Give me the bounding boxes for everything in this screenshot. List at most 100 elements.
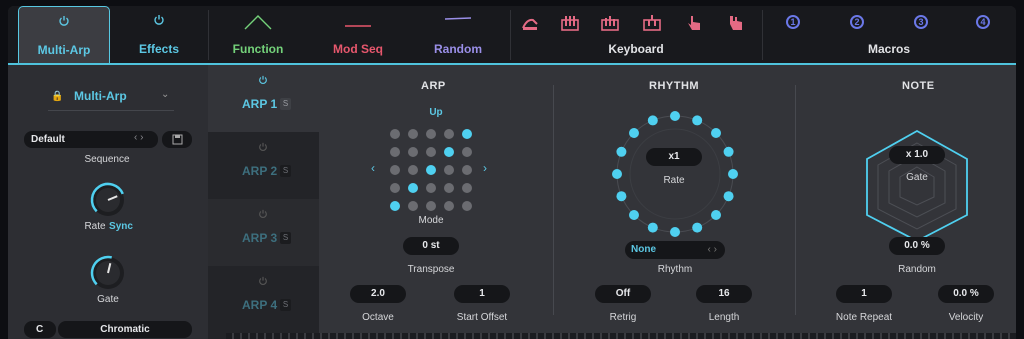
- power-icon[interactable]: [258, 142, 268, 152]
- mode-grid-cell[interactable]: [462, 129, 472, 139]
- rhythm-step[interactable]: [711, 127, 722, 138]
- retrig-value[interactable]: Off: [595, 285, 651, 303]
- mode-grid-cell[interactable]: [462, 183, 472, 193]
- transpose-value[interactable]: 0 st: [403, 237, 459, 255]
- rhythm-rate-value[interactable]: x1: [646, 148, 702, 166]
- power-icon[interactable]: [58, 15, 70, 27]
- arp-item[interactable]: ARP 4 S: [208, 266, 319, 333]
- rhythm-selector[interactable]: None ‹ ›: [625, 241, 725, 259]
- arp-item[interactable]: ARP 2 S: [208, 132, 319, 199]
- note-repeat-value[interactable]: 1: [836, 285, 892, 303]
- solo-button[interactable]: S: [280, 98, 291, 110]
- mode-grid-cell[interactable]: [426, 165, 436, 175]
- mode-grid-cell[interactable]: [444, 183, 454, 193]
- mode-grid-cell[interactable]: [390, 201, 400, 211]
- tab-macros[interactable]: 1 2 3 4 Macros: [762, 6, 1016, 64]
- power-icon[interactable]: [153, 14, 165, 26]
- chevron-left-icon[interactable]: ‹: [371, 161, 375, 175]
- mode-grid-cell[interactable]: [426, 129, 436, 139]
- rhythm-step[interactable]: [723, 191, 734, 202]
- octave-value[interactable]: 2.0: [350, 285, 406, 303]
- power-icon[interactable]: [258, 75, 268, 85]
- mode-grid-cell[interactable]: [390, 129, 400, 139]
- mode-grid-cell[interactable]: [462, 165, 472, 175]
- mode-grid-cell[interactable]: [426, 183, 436, 193]
- length-value[interactable]: 16: [696, 285, 752, 303]
- sequence-selector[interactable]: Default ‹ ›: [24, 131, 158, 148]
- arp-label: ARP 2: [242, 164, 278, 178]
- tab-keyboard[interactable]: Keyboard: [510, 6, 762, 64]
- macro-3-icon[interactable]: 3: [914, 15, 928, 29]
- solo-button[interactable]: S: [280, 165, 291, 177]
- arp-item[interactable]: ARP 3 S: [208, 199, 319, 266]
- tab-random[interactable]: Random: [408, 6, 508, 64]
- mode-grid-cell[interactable]: [408, 129, 418, 139]
- scale-selector[interactable]: Chromatic: [58, 321, 192, 338]
- prev-next-arrows[interactable]: ‹ ›: [708, 241, 717, 259]
- rhythm-step[interactable]: [628, 127, 639, 138]
- mode-grid-cell[interactable]: [408, 183, 418, 193]
- mode-grid-cell[interactable]: [408, 201, 418, 211]
- rhythm-step[interactable]: [647, 222, 658, 233]
- lock-icon[interactable]: 🔒: [51, 91, 63, 102]
- note-gate-value[interactable]: x 1.0: [889, 146, 945, 164]
- rate-knob[interactable]: [89, 181, 127, 219]
- macro-4-icon[interactable]: 4: [976, 15, 990, 29]
- step-strip[interactable]: [226, 333, 1016, 339]
- rhythm-step[interactable]: [670, 111, 680, 121]
- macro-1-icon[interactable]: 1: [786, 15, 800, 29]
- rhythm-step[interactable]: [647, 115, 658, 126]
- tab-mod-seq[interactable]: Mod Seq: [308, 6, 408, 64]
- solo-button[interactable]: S: [280, 232, 291, 244]
- mode-grid-cell[interactable]: [408, 165, 418, 175]
- chevron-right-icon[interactable]: ›: [483, 161, 487, 175]
- gate-knob[interactable]: [89, 254, 127, 292]
- rhythm-step[interactable]: [723, 146, 734, 157]
- mode-grid-cell[interactable]: [408, 147, 418, 157]
- mode-grid-cell[interactable]: [426, 147, 436, 157]
- rhythm-step[interactable]: [692, 115, 703, 126]
- preset-selector[interactable]: 🔒 Multi-Arp ⌄: [48, 89, 174, 111]
- save-icon: [172, 134, 183, 145]
- mode-grid-cell[interactable]: [390, 183, 400, 193]
- tab-multi-arp[interactable]: Multi-Arp: [18, 6, 110, 64]
- mode-grid-cell[interactable]: [444, 129, 454, 139]
- rhythm-step[interactable]: [628, 210, 639, 221]
- chevron-down-icon[interactable]: ⌄: [161, 89, 169, 100]
- rhythm-step[interactable]: [670, 227, 680, 237]
- mode-grid-cell[interactable]: [462, 201, 472, 211]
- power-icon[interactable]: [258, 209, 268, 219]
- tab-function[interactable]: Function: [208, 6, 308, 64]
- rhythm-step[interactable]: [616, 191, 627, 202]
- random-value[interactable]: 0.0 %: [889, 237, 945, 255]
- rhythm-step[interactable]: [612, 169, 622, 179]
- mode-grid-cell[interactable]: [462, 147, 472, 157]
- tab-effects[interactable]: Effects: [110, 6, 208, 64]
- sequence-label: Sequence: [84, 154, 130, 165]
- key-selector[interactable]: C: [24, 321, 56, 338]
- tab-label: Macros: [867, 42, 911, 56]
- gate-label: Gate: [97, 294, 119, 305]
- mode-grid-cell[interactable]: [390, 147, 400, 157]
- rhythm-step[interactable]: [711, 210, 722, 221]
- velocity-value[interactable]: 0.0 %: [938, 285, 994, 303]
- sync-toggle[interactable]: Sync: [108, 221, 134, 232]
- arp-item[interactable]: ARP 1 S: [208, 65, 319, 132]
- prev-next-arrows[interactable]: ‹ ›: [134, 132, 143, 143]
- start-offset-value[interactable]: 1: [454, 285, 510, 303]
- mode-grid-cell[interactable]: [426, 201, 436, 211]
- mode-grid-cell[interactable]: [390, 165, 400, 175]
- rate-label: Rate: [84, 221, 106, 232]
- note-section-title: NOTE: [902, 80, 935, 92]
- macro-2-icon[interactable]: 2: [850, 15, 864, 29]
- mode-grid-cell[interactable]: [444, 165, 454, 175]
- power-icon[interactable]: [258, 276, 268, 286]
- rhythm-step-ring[interactable]: [610, 109, 740, 239]
- save-button[interactable]: [162, 131, 192, 148]
- solo-button[interactable]: S: [280, 299, 291, 311]
- rhythm-step[interactable]: [728, 169, 738, 179]
- mode-grid-cell[interactable]: [444, 201, 454, 211]
- rhythm-step[interactable]: [692, 222, 703, 233]
- mode-grid-cell[interactable]: [444, 147, 454, 157]
- rhythm-step[interactable]: [616, 146, 627, 157]
